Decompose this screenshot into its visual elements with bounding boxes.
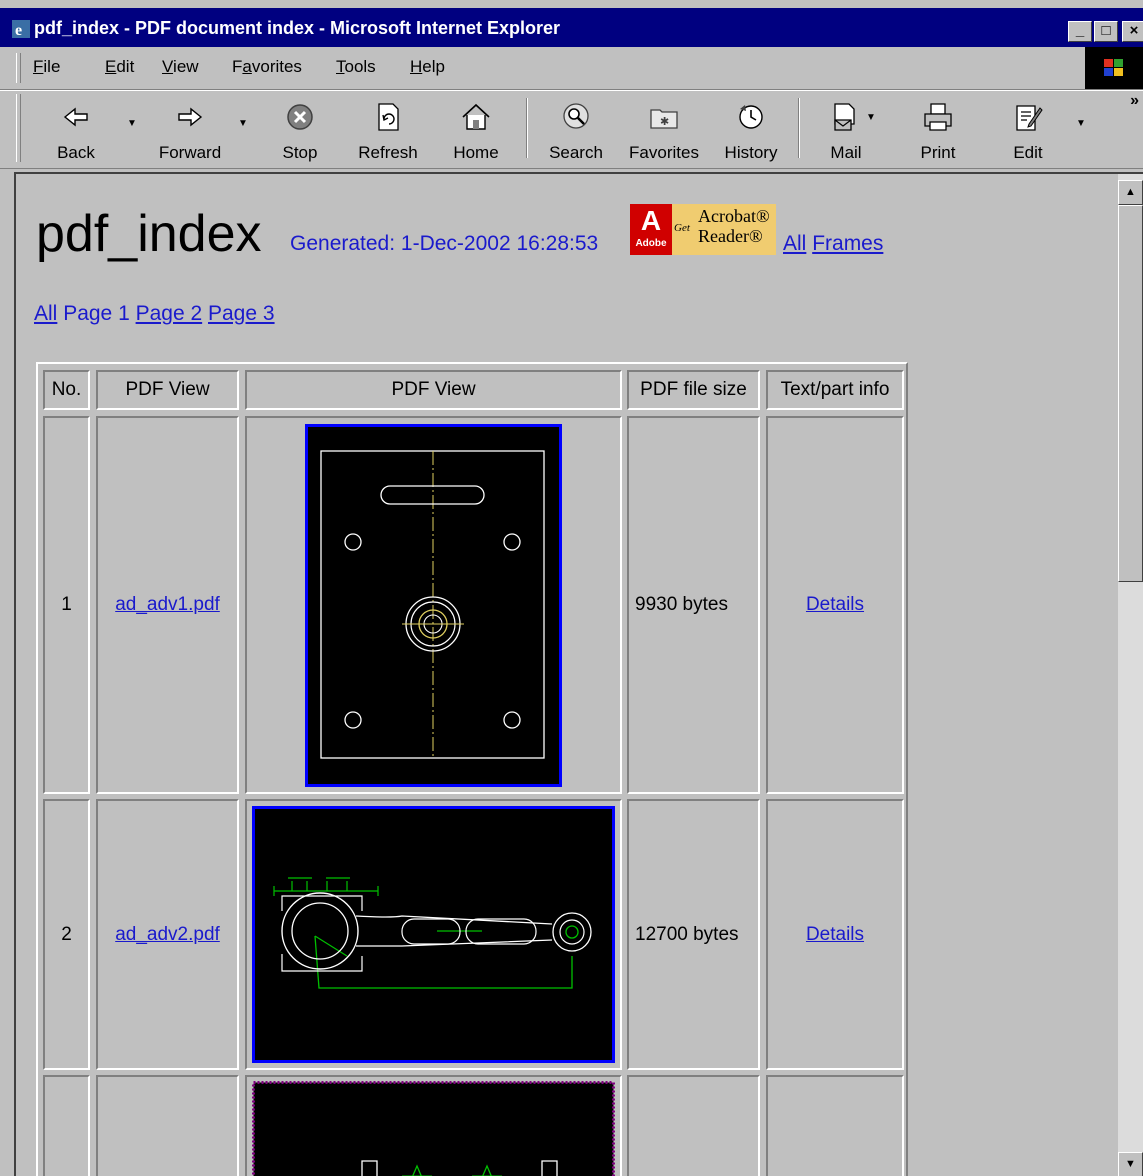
vertical-scrollbar[interactable]: ▲ ▼: [1118, 174, 1143, 1176]
row2-thumb-cell: [245, 799, 622, 1070]
browser-window: e pdf_index - PDF document index - Micro…: [0, 0, 1143, 1176]
stop-button[interactable]: Stop: [272, 94, 328, 163]
back-arrow-icon: [63, 107, 88, 127]
header-pdf-view-thumb: PDF View: [245, 370, 622, 410]
header-part-info: Text/part info: [766, 370, 904, 410]
generated-timestamp: Generated: 1-Dec-2002 16:28:53: [290, 232, 599, 255]
edit-icon: [1016, 105, 1043, 131]
forward-button[interactable]: Forward: [150, 94, 230, 163]
close-button[interactable]: ×: [1122, 21, 1143, 42]
back-dropdown-icon[interactable]: ▼: [127, 118, 137, 129]
row1-info-cell: Details: [766, 416, 904, 794]
row1-drawing-thumbnail[interactable]: [305, 423, 562, 787]
scroll-up-button[interactable]: ▲: [1118, 180, 1143, 205]
frames-link[interactable]: Frames: [812, 232, 883, 255]
badge-get-text: Get: [674, 222, 690, 234]
row1-file-size: 9930 bytes: [627, 416, 760, 794]
edit-button[interactable]: Edit: [1000, 94, 1056, 163]
toolbar-separator: [798, 98, 800, 158]
toolbar-separator: [526, 98, 528, 158]
menu-help[interactable]: Help: [410, 57, 445, 77]
row3-info-cell: [766, 1075, 904, 1176]
row3-file-size: [627, 1075, 760, 1176]
history-button[interactable]: History: [720, 94, 782, 163]
row1-number: 1: [43, 416, 90, 794]
favorites-folder-icon: ✱: [650, 109, 678, 129]
mail-dropdown-icon[interactable]: ▼: [866, 112, 876, 123]
row2-file-link[interactable]: ad_adv2.pdf: [115, 924, 220, 946]
ie-logo-icon: e: [12, 20, 30, 38]
row2-details-link[interactable]: Details: [806, 924, 864, 946]
standard-toolbar: Back ▼ Forward ▼ Stop Refresh Home Searc…: [0, 90, 1143, 169]
row2-info-cell: Details: [766, 799, 904, 1070]
back-button[interactable]: Back: [48, 94, 104, 163]
header-pdf-view-link: PDF View: [96, 370, 239, 410]
windows-logo-icon: [1104, 59, 1123, 76]
forward-dropdown-icon[interactable]: ▼: [238, 118, 248, 129]
refresh-button[interactable]: Refresh: [352, 94, 424, 163]
row1-thumb-cell: [245, 416, 622, 794]
row2-drawing-thumbnail[interactable]: [252, 806, 615, 1063]
print-button[interactable]: Print: [910, 94, 966, 163]
row1-details-link[interactable]: Details: [806, 594, 864, 616]
menu-grip: [16, 53, 21, 83]
page-content: pdf_index Generated: 1-Dec-2002 16:28:53…: [16, 174, 1118, 1176]
search-icon: [563, 103, 589, 129]
refresh-icon: [378, 103, 399, 131]
maximize-button[interactable]: □: [1094, 21, 1118, 42]
row1-file-cell: ad_adv1.pdf: [96, 416, 239, 794]
home-icon: [462, 103, 490, 130]
menu-favorites[interactable]: Favorites: [232, 57, 302, 77]
minimize-button[interactable]: _: [1068, 21, 1092, 42]
view-links: All Frames: [783, 232, 883, 256]
menu-bar: File Edit View Favorites Tools Help: [0, 47, 1143, 90]
search-button[interactable]: Search: [542, 94, 610, 163]
toolbar-grip: [16, 94, 21, 162]
row3-number: [43, 1075, 90, 1176]
menu-file[interactable]: File: [33, 57, 60, 77]
edit-dropdown-icon[interactable]: ▼: [1076, 118, 1086, 129]
windows-logo-throbber: [1085, 47, 1143, 89]
mail-icon: [834, 103, 855, 131]
get-acrobat-reader-badge[interactable]: A Adobe Get Acrobat® Reader®: [630, 204, 776, 255]
window-title: pdf_index - PDF document index - Microso…: [34, 18, 561, 38]
title-bar: e pdf_index - PDF document index - Micro…: [0, 8, 1143, 47]
scroll-down-button[interactable]: ▼: [1118, 1152, 1143, 1176]
header-no: No.: [43, 370, 90, 410]
menu-edit[interactable]: Edit: [105, 57, 134, 77]
stop-icon: [287, 104, 313, 130]
page-navigation: All Page 1 Page 2 Page 3: [34, 302, 275, 326]
badge-product-name: Acrobat® Reader®: [698, 206, 770, 246]
browser-content-frame: pdf_index Generated: 1-Dec-2002 16:28:53…: [14, 172, 1143, 1176]
page-title: pdf_index: [36, 205, 262, 263]
menu-view[interactable]: View: [162, 57, 199, 77]
header-file-size: PDF file size: [627, 370, 760, 410]
svg-text:e: e: [15, 22, 22, 38]
pages-all-link[interactable]: All: [34, 302, 57, 325]
toolbar-more-icon[interactable]: »: [1130, 92, 1139, 110]
home-button[interactable]: Home: [446, 94, 506, 163]
current-page-label: Page 1: [63, 302, 130, 325]
pdf-index-table: No. PDF View PDF View PDF file size Text…: [36, 362, 908, 1176]
menu-tools[interactable]: Tools: [336, 57, 376, 77]
row3-drawing-thumbnail[interactable]: [252, 1081, 615, 1176]
row2-file-size: 12700 bytes: [627, 799, 760, 1070]
history-icon: [739, 105, 763, 129]
row2-number: 2: [43, 799, 90, 1070]
row2-file-cell: ad_adv2.pdf: [96, 799, 239, 1070]
svg-text:✱: ✱: [660, 115, 669, 128]
mail-button[interactable]: Mail: [816, 94, 876, 163]
page-3-link[interactable]: Page 3: [208, 302, 275, 325]
row1-file-link[interactable]: ad_adv1.pdf: [115, 594, 220, 616]
row3-thumb-cell: [245, 1075, 622, 1176]
page-2-link[interactable]: Page 2: [136, 302, 203, 325]
printer-icon: [924, 103, 952, 131]
favorites-button[interactable]: ✱ Favorites: [622, 94, 706, 163]
scroll-thumb[interactable]: [1118, 205, 1143, 582]
forward-arrow-icon: [178, 107, 203, 127]
all-link[interactable]: All: [783, 232, 806, 255]
row3-file-cell: [96, 1075, 239, 1176]
adobe-logo-icon: A Adobe: [630, 204, 672, 255]
